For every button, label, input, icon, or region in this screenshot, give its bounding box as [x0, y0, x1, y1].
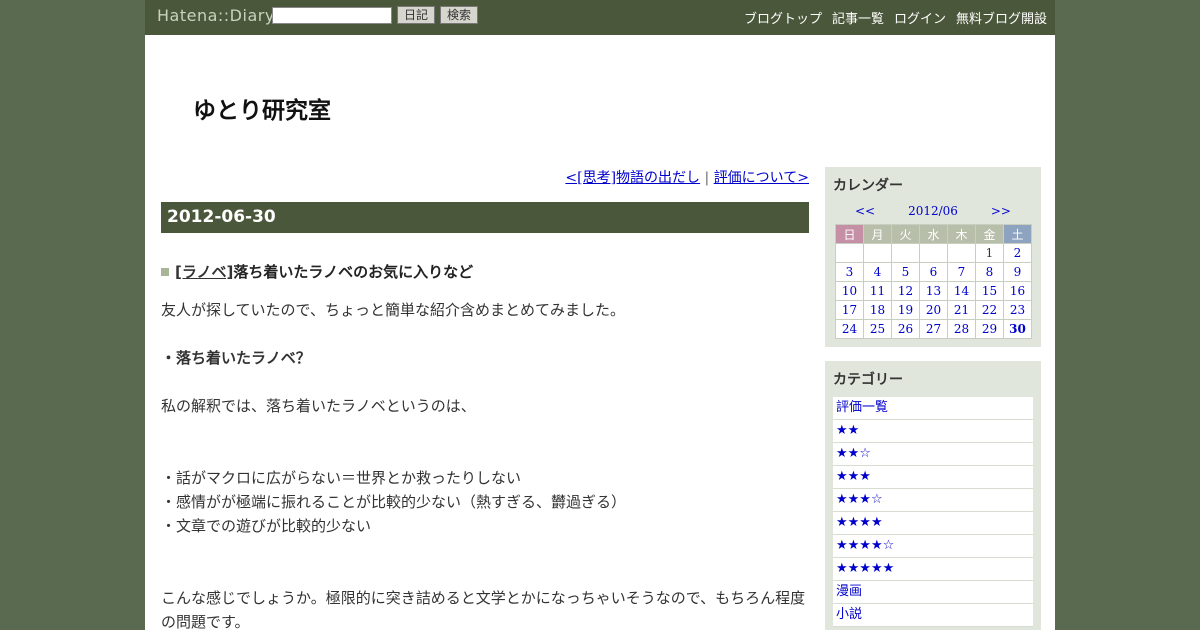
calendar-day[interactable]: 6: [919, 262, 948, 282]
entry-date[interactable]: 2012-06-30: [161, 202, 809, 233]
calendar-day[interactable]: 9: [1003, 262, 1032, 282]
top-header: Hatena::Diary 日記 検索 ブログトップ 記事一覧 ログイン 無料ブ…: [145, 0, 1055, 35]
calendar-day: [863, 243, 892, 263]
main-column: <[思考]物語の出だし | 評価について> 2012-06-30 [ラノベ] 落…: [161, 167, 809, 630]
search-button[interactable]: 検索: [440, 6, 478, 24]
category-item[interactable]: ★★★☆: [833, 489, 1033, 512]
list-item: ・話がマクロに広がらない＝世界とか救ったりしない: [161, 469, 522, 487]
calendar-day[interactable]: 23: [1003, 300, 1032, 320]
calendar-week: 10 11 12 13 14 15 16: [835, 281, 1032, 301]
calendar-day[interactable]: 29: [975, 319, 1004, 339]
calendar-day: [947, 243, 976, 263]
calendar-day[interactable]: 18: [863, 300, 892, 320]
nav-blog-top[interactable]: ブログトップ: [744, 8, 822, 27]
diary-search-button[interactable]: 日記: [397, 6, 435, 24]
hatena-logo[interactable]: Hatena::Diary: [157, 6, 275, 25]
calendar-day[interactable]: 19: [891, 300, 920, 320]
nav-create-blog[interactable]: 無料ブログ開設: [956, 8, 1047, 27]
entry-title-text: 落ち着いたラノベのお気に入りなど: [233, 263, 474, 281]
calendar-day: [835, 243, 864, 263]
entry-subheading: ・落ち着いたラノベ？: [161, 349, 311, 367]
calendar-day: [919, 243, 948, 263]
entry-paragraph: こんな感じでしょうか。極限的に突き詰めると文学とかになっちゃいそうなので、もちろ…: [161, 589, 806, 630]
calendar-day[interactable]: 20: [919, 300, 948, 320]
calendar-day[interactable]: 25: [863, 319, 892, 339]
nav-article-list[interactable]: 記事一覧: [832, 8, 884, 27]
entry-pager: <[思考]物語の出だし | 評価について>: [161, 167, 809, 189]
list-item: ・感情がが極端に振れることが比較的少ない（熱すぎる、欝過ぎる）: [161, 493, 627, 511]
prev-entry-link[interactable]: <[思考]物語の出だし: [565, 170, 700, 186]
square-bullet-icon: [161, 267, 169, 276]
weekday-wed: 水: [919, 224, 948, 244]
sidebar: カレンダー << 2012/06 >> 日 月 火 水 木 金 土 1 2 3 …: [825, 167, 1041, 630]
category-item[interactable]: 小説: [833, 604, 1033, 627]
search-input[interactable]: [272, 7, 392, 24]
calendar-week: 1 2: [835, 243, 1032, 263]
calendar-table: 日 月 火 水 木 金 土 1 2 3 4 5 6 7 8 9 10 11 12…: [835, 224, 1032, 339]
calendar-day[interactable]: 4: [863, 262, 892, 282]
blog-title[interactable]: ゆとり研究室: [193, 91, 331, 125]
calendar-prev-link[interactable]: <<: [855, 204, 875, 218]
calendar-day[interactable]: 10: [835, 281, 864, 301]
category-item[interactable]: 漫画: [833, 581, 1033, 604]
calendar-day[interactable]: 8: [975, 262, 1004, 282]
calendar-day[interactable]: 26: [891, 319, 920, 339]
calendar-day[interactable]: 7: [947, 262, 976, 282]
calendar-day[interactable]: 22: [975, 300, 1004, 320]
calendar-month-link[interactable]: 2012/06: [908, 204, 958, 218]
entry-paragraph: 友人が探していたので、ちょっと簡単な紹介含めまとめてみました。: [161, 301, 625, 319]
calendar-day-current[interactable]: 30: [1003, 319, 1032, 339]
calendar-day[interactable]: 24: [835, 319, 864, 339]
category-item[interactable]: ★★★★: [833, 512, 1033, 535]
entry-title: [ラノベ] 落ち着いたラノベのお気に入りなど: [161, 261, 809, 282]
page-content: ゆとり研究室 <[思考]物語の出だし | 評価について> 2012-06-30 …: [145, 35, 1055, 630]
calendar-weekday-row: 日 月 火 水 木 金 土: [835, 224, 1032, 244]
calendar-box: カレンダー << 2012/06 >> 日 月 火 水 木 金 土 1 2 3 …: [825, 167, 1041, 347]
header-nav: ブログトップ 記事一覧 ログイン 無料ブログ開設: [744, 8, 1047, 27]
calendar-next-link[interactable]: >>: [991, 204, 1011, 218]
calendar-day[interactable]: 14: [947, 281, 976, 301]
calendar-day[interactable]: 11: [863, 281, 892, 301]
calendar-day[interactable]: 16: [1003, 281, 1032, 301]
entry-category-link[interactable]: [ラノベ]: [175, 261, 233, 282]
category-item[interactable]: ★★★: [833, 466, 1033, 489]
weekday-sun: 日: [835, 224, 864, 244]
weekday-fri: 金: [975, 224, 1004, 244]
calendar-day[interactable]: 2: [1003, 243, 1032, 263]
calendar-day[interactable]: 12: [891, 281, 920, 301]
calendar-week: 17 18 19 20 21 22 23: [835, 300, 1032, 320]
entry-paragraph: 私の解釈では、落ち着いたラノベというのは、: [161, 397, 476, 415]
calendar-day[interactable]: 5: [891, 262, 920, 282]
category-box: カテゴリー 評価一覧 ★★ ★★☆ ★★★ ★★★☆ ★★★★ ★★★★☆ ★★…: [825, 361, 1041, 630]
category-item[interactable]: 評価一覧: [833, 397, 1033, 420]
calendar-day: 1: [975, 243, 1004, 263]
calendar-day[interactable]: 27: [919, 319, 948, 339]
calendar-title: カレンダー: [833, 178, 903, 194]
category-item[interactable]: ★★★★☆: [833, 535, 1033, 558]
next-entry-link[interactable]: 評価について>: [714, 170, 809, 186]
list-item: ・文章での遊びが比較的少ない: [161, 517, 372, 535]
weekday-sat: 土: [1003, 224, 1032, 244]
category-item[interactable]: ★★★★★: [833, 558, 1033, 581]
category-list: 評価一覧 ★★ ★★☆ ★★★ ★★★☆ ★★★★ ★★★★☆ ★★★★★ 漫画…: [833, 397, 1033, 627]
calendar-week: 24 25 26 27 28 29 30: [835, 319, 1032, 339]
category-title: カテゴリー: [833, 372, 903, 388]
calendar-day[interactable]: 13: [919, 281, 948, 301]
category-item[interactable]: ★★: [833, 420, 1033, 443]
entry-list: ・話がマクロに広がらない＝世界とか救ったりしない ・感情がが極端に振れることが比…: [161, 466, 809, 538]
calendar-day[interactable]: 17: [835, 300, 864, 320]
weekday-tue: 火: [891, 224, 920, 244]
calendar-week: 3 4 5 6 7 8 9: [835, 262, 1032, 282]
weekday-mon: 月: [863, 224, 892, 244]
pager-separator: |: [700, 170, 714, 186]
calendar-day[interactable]: 15: [975, 281, 1004, 301]
calendar-nav: << 2012/06 >>: [833, 204, 1033, 218]
weekday-thu: 木: [947, 224, 976, 244]
calendar-day[interactable]: 21: [947, 300, 976, 320]
calendar-day[interactable]: 3: [835, 262, 864, 282]
nav-login[interactable]: ログイン: [894, 8, 946, 27]
calendar-day[interactable]: 28: [947, 319, 976, 339]
calendar-day: [891, 243, 920, 263]
category-item[interactable]: ★★☆: [833, 443, 1033, 466]
